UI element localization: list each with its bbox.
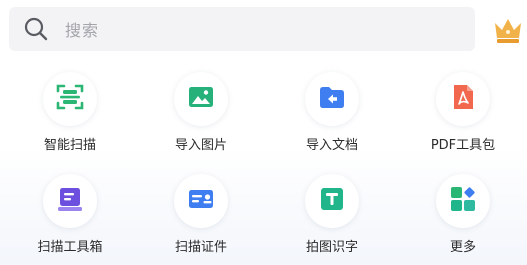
tool-label: 拍图识字 <box>305 240 358 255</box>
text-recognition-icon <box>318 185 346 217</box>
pdf-icon <box>449 83 477 115</box>
tool-scan-id[interactable]: 扫描证件 <box>146 172 256 262</box>
folder-import-icon <box>318 83 346 115</box>
tool-label: 扫描证件 <box>174 240 227 255</box>
search-placeholder: 搜索 <box>65 21 100 40</box>
tool-icon-circle <box>174 72 228 126</box>
tool-pdf-toolkit[interactable]: PDF工具包 <box>408 70 518 160</box>
tool-label: PDF工具包 <box>430 138 496 153</box>
tool-label: 导入图片 <box>174 138 227 153</box>
tool-icon-circle <box>43 174 97 228</box>
tool-icon-circle <box>436 174 490 228</box>
tool-import-image[interactable]: 导入图片 <box>146 70 256 160</box>
tool-import-document[interactable]: 导入文档 <box>277 70 387 160</box>
tool-smart-scan[interactable]: 智能扫描 <box>15 70 125 160</box>
tool-more[interactable]: 更多 <box>408 172 518 262</box>
id-card-icon <box>187 185 215 217</box>
image-icon <box>187 83 215 115</box>
tool-label: 导入文档 <box>305 138 358 153</box>
tool-icon-circle <box>43 72 97 126</box>
search-icon <box>24 17 48 41</box>
toolbox-icon <box>56 185 84 217</box>
tool-label: 智能扫描 <box>43 138 96 153</box>
more-apps-icon <box>449 185 477 217</box>
tool-icon-circle <box>305 174 359 228</box>
tool-scan-toolbox[interactable]: 扫描工具箱 <box>15 172 125 262</box>
tool-icon-circle <box>305 72 359 126</box>
search-bar[interactable]: 搜索 <box>9 7 475 51</box>
tool-icon-circle <box>436 72 490 126</box>
scan-frame-icon <box>56 83 84 115</box>
tool-label: 更多 <box>449 240 476 255</box>
tool-photo-ocr[interactable]: 拍图识字 <box>277 172 387 262</box>
top-bar: 搜索 <box>9 7 527 51</box>
crown-icon[interactable] <box>493 16 523 44</box>
tool-icon-circle <box>174 174 228 228</box>
tool-label: 扫描工具箱 <box>37 240 103 255</box>
